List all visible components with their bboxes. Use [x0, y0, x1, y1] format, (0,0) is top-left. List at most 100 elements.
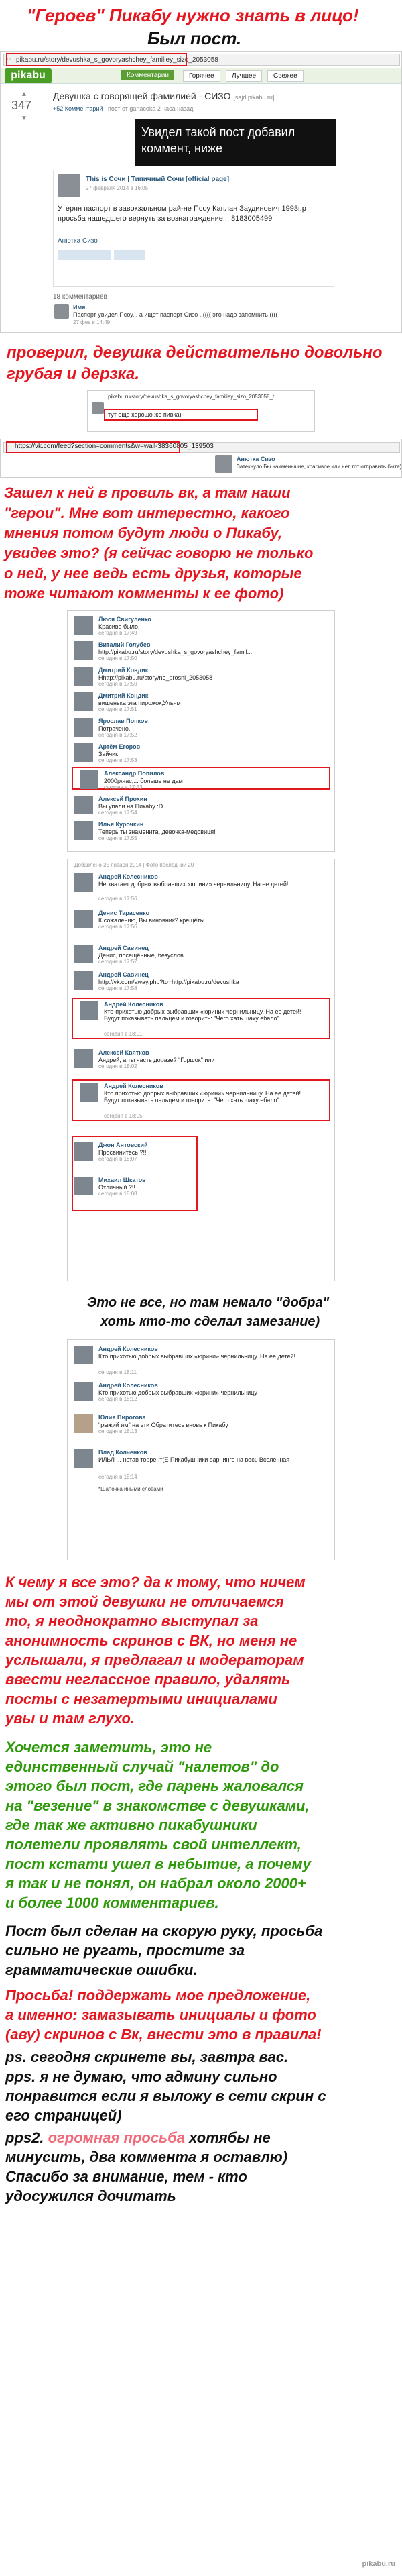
comment-author[interactable]: Артём Егоров — [98, 743, 140, 750]
avatar — [74, 743, 93, 762]
card-sign: Анютка Сизо — [58, 237, 98, 245]
caption-why-line: посты с незатертыми инициалами — [5, 1690, 277, 1707]
caption-request-line: а именно: замазывать инициалы и фото — [5, 2006, 316, 2023]
comment-author[interactable]: Андрей Колесников — [98, 873, 158, 880]
avatar — [74, 910, 93, 928]
comment-author[interactable]: Алексей Квятков — [98, 1049, 149, 1056]
tab-fresh[interactable]: Свежее — [267, 70, 304, 82]
caption-why-line: ввести неглассное правило, удалять — [5, 1671, 291, 1688]
pikabu-screenshot: ○ pikabu.ru/story/devushka_s_govoryashch… — [0, 51, 402, 333]
caption-request: Просьба! поддержать мое предложение, а и… — [5, 1986, 401, 2044]
caption-profile-line: увидев это? (я сейчас говорю не только — [4, 545, 314, 561]
avatar — [74, 971, 93, 990]
comment-author[interactable]: Джон Антовский — [98, 1142, 148, 1148]
card-text: Утерян паспорт в завокзальном рай-не Псо… — [58, 205, 306, 223]
post-card: This is Сочи | Типичный Сочи [official p… — [53, 170, 334, 287]
comment-author[interactable]: Денис Тарасенко — [98, 910, 149, 916]
caption-ps-line: понравится если я выложу в сети скрин с — [5, 2088, 326, 2104]
comment-meta: сегодня в 17:58 — [98, 985, 137, 991]
comment-text: Hhttp://pikabu.ru/story/ne_prosnl_205305… — [98, 674, 213, 681]
comment-author[interactable]: Андрей Колесников — [98, 1346, 158, 1352]
url-highlight — [6, 53, 187, 66]
vk-comments-3: Андрей Колесников Кто прихотью добрых вы… — [67, 1339, 335, 1560]
pikabu-logo[interactable]: pikabu — [5, 68, 52, 83]
comment-author[interactable]: Люся Свигуленко — [98, 616, 151, 623]
caption-pps2-line: удосужился дочитать — [5, 2188, 176, 2204]
caption-profile-line: тоже читают комменты к ее фото) — [4, 585, 284, 602]
comment-name[interactable]: Имя — [73, 304, 85, 311]
comment-time: 27 фев в 14:49 — [73, 319, 111, 325]
caption-request-line: (аву) скринов с Вк, внести это в правила… — [5, 2026, 322, 2043]
comment-author[interactable]: Влад Колченков — [98, 1449, 147, 1456]
caption-not-all-line: Это не все, но там немало "добра" — [87, 1295, 330, 1310]
caption-why: К чему я все это? да к тому, что ничем м… — [5, 1572, 401, 1728]
caption-profile-line: о ней, у нее ведь есть друзья, которые — [4, 565, 302, 582]
comment-author[interactable]: Александр Попилов — [104, 770, 164, 777]
caption-pps2-line: Спасибо за внимание, тем - кто — [5, 2168, 247, 2185]
comment-meta: сегодня в 18:05 — [104, 1113, 143, 1119]
caption-checked: проверил, девушка действительно довольно… — [7, 343, 383, 383]
comment-meta: сегодня в 17:50 — [98, 655, 137, 661]
comment-author[interactable]: Андрей Колесников — [104, 1083, 163, 1089]
comment-text: Андрей, а ты часть доразе? "Горшок" или — [98, 1057, 215, 1063]
dm-highlight — [104, 409, 258, 421]
comment-meta: сегодня в 18:13 — [98, 1428, 137, 1434]
comment-meta: сегодня в 17:51 — [98, 706, 137, 712]
tab-best[interactable]: Лучшее — [226, 70, 263, 82]
comment-author[interactable]: Андрей Савинец — [98, 971, 149, 978]
caption-note-line: на "везение" в знакомстве с девушками, — [5, 1797, 310, 1814]
avatar — [74, 1346, 93, 1364]
caption-ps: ps. сегодня скринете вы, завтра вас. pps… — [5, 2047, 401, 2125]
avatar — [74, 1177, 93, 1195]
comment-meta: сегодня в 18:12 — [98, 1396, 137, 1402]
comment-author[interactable]: Юлия Пирогова — [98, 1414, 146, 1421]
comment-text: Кто-прихотью добрых выбравших «юрини» че… — [104, 1008, 302, 1022]
comment-text: http://pikabu.ru/story/devushka_s_govory… — [98, 649, 253, 655]
list-item: Ярослав Попков Потрачено. сегодня в 17:5… — [68, 716, 334, 739]
list-item: Артём Егоров Зайчик сегодня в 17:53 — [68, 741, 334, 764]
list-item-highlighted: Александр Попилов 2000р\час,... больше н… — [72, 767, 330, 790]
comment-author[interactable]: Алексей Прохин — [98, 796, 147, 802]
list-item: Михаил Шкатов Отличный ?!! сегодня в 18:… — [68, 1175, 334, 1197]
caption-why-line: то, я неоднократно выступал за — [5, 1613, 259, 1629]
comment-author[interactable]: Михаил Шкатов — [98, 1177, 146, 1183]
vk-name[interactable]: Анютка Сизо — [237, 455, 275, 462]
comment-text: Просвинитесь ?!! — [98, 1149, 147, 1156]
caption-note-line: я так и не понял, он набрал около 2000+ — [5, 1875, 306, 1892]
list-item: Андрей Колесников Кто прихотью добрых вы… — [68, 1380, 334, 1413]
vote-up-icon[interactable]: ▲ — [21, 91, 27, 98]
comment-text: 2000р\час,... больше не дам — [104, 777, 183, 784]
post-meta: +52 Комментарий пост от ganacoka 2 часа … — [53, 105, 194, 112]
comment-author[interactable]: Андрей Савинец — [98, 945, 149, 951]
comment-author[interactable]: Ярослав Попков — [98, 718, 148, 724]
vote-down-icon[interactable]: ▼ — [21, 115, 27, 122]
comment-text: Паспорт увидел Псоу... а ищет паспорт Си… — [73, 311, 278, 318]
comment-author[interactable]: Илья Курочкин — [98, 821, 143, 828]
post-title[interactable]: Девушка с говорящей фамилией - СИЗО [saj… — [53, 91, 274, 101]
comment-text: Теперь ты знаменита, девочка-медовиця! — [98, 828, 216, 835]
comment-meta: сегодня в 17:50 — [98, 681, 137, 687]
card-title[interactable]: This is Сочи | Типичный Сочи [official p… — [86, 176, 229, 183]
comment-avatar — [54, 304, 69, 319]
comment-author[interactable]: Андрей Колесников — [98, 1382, 158, 1389]
comment-author[interactable]: Андрей Колесников — [104, 1001, 163, 1008]
tab-comments[interactable]: Комментарии — [121, 70, 174, 80]
dm-screenshot: pikabu.ru/story/devushka_s_govoryashchey… — [87, 390, 315, 432]
comment-author[interactable]: Дмитрий Кондик — [98, 692, 148, 699]
comment-meta: сегодня в 17:49 — [98, 630, 137, 636]
post-score: 347 — [11, 99, 32, 112]
comment-meta: сегодня в 17:52 — [98, 732, 137, 738]
tab-hot[interactable]: Горячее — [183, 70, 220, 82]
comment-text: К сожалению, Вы виновник? крещёты — [98, 917, 205, 924]
card-avatar — [58, 174, 80, 197]
comment-meta: сегодня в 18:07 — [98, 1156, 137, 1162]
caption-pps2-line: минусить, два коммента я оставлю) — [5, 2149, 288, 2165]
comment-author[interactable]: Дмитрий Кондик — [98, 667, 148, 674]
avatar — [74, 1449, 93, 1468]
avatar — [74, 873, 93, 892]
list-item: Дмитрий Кондик Hhttp://pikabu.ru/story/n… — [68, 665, 334, 688]
dm-url[interactable]: pikabu.ru/story/devushka_s_govoryashchey… — [108, 394, 279, 400]
comment-author[interactable]: Виталий Голубев — [98, 641, 150, 648]
caption-profile-line: мнения потом будут люди о Пикабу, — [4, 525, 283, 541]
caption-why-line: анонимность скринов с ВК, но меня не — [5, 1632, 297, 1649]
